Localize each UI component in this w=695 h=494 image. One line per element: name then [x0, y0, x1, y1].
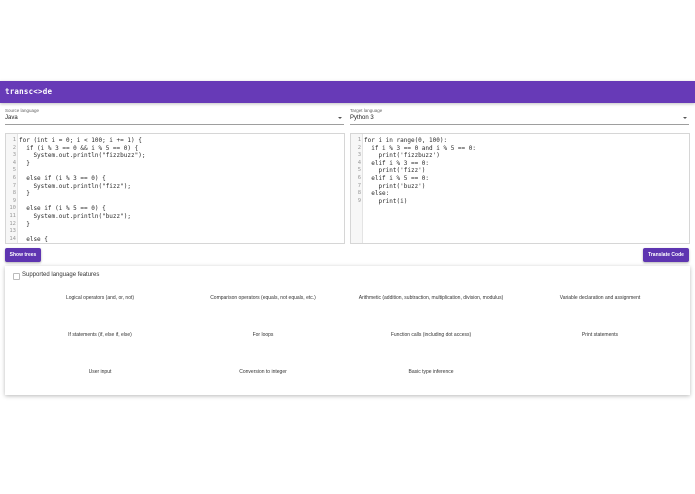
- line-number: 6: [12, 175, 16, 181]
- code-text: print('fizz'): [364, 167, 426, 175]
- code-text: System.out.println("fizzbuzz");: [19, 152, 146, 160]
- code-text: }: [19, 190, 30, 198]
- select-underline: [5, 124, 344, 125]
- line-number: 2: [12, 144, 16, 151]
- line-number: 12: [9, 220, 16, 227]
- line-number: 11: [9, 213, 16, 219]
- app-bar: transc<>de: [0, 81, 695, 103]
- feature-item: Variable declaration and assignment: [559, 295, 641, 301]
- line-number: 5: [357, 167, 361, 174]
- app-title: transc<>de: [5, 87, 53, 96]
- feature-item: Print statements: [581, 332, 619, 338]
- code-text: print('buzz'): [364, 182, 426, 190]
- show-trees-button[interactable]: Show trees: [5, 248, 41, 262]
- line-number: 4: [12, 159, 16, 166]
- line-number: 10: [9, 205, 16, 212]
- line-number: 3: [357, 152, 361, 159]
- code-text: else if (i % 5 == 0) {: [19, 205, 106, 213]
- feature-item: Comparison operators (equals, not equals…: [210, 295, 316, 301]
- target-code-editor[interactable]: 1 for i in range(0, 100): 2 if i % 3 == 0 …: [350, 133, 690, 244]
- chevron-down-icon: [683, 117, 687, 119]
- line-number: 7: [12, 182, 16, 189]
- code-text: print(i): [364, 197, 408, 205]
- line-number: 5: [12, 167, 16, 174]
- chevron-down-icon: [338, 117, 342, 119]
- feature-item: Basic type inference: [408, 369, 454, 375]
- source-code-editor[interactable]: 1 for (int i = 0; i < 100; i += 1) {2 if …: [5, 133, 345, 244]
- line-number: 14: [9, 235, 16, 242]
- code-text: print('fizzbuzz'): [364, 152, 440, 160]
- code-text: elif i % 3 == 0:: [364, 159, 430, 167]
- line-number: 9: [357, 197, 361, 204]
- line-number: 7: [357, 182, 361, 189]
- code-text: elif i % 5 == 0:: [364, 175, 430, 182]
- code-text: else {: [19, 235, 48, 243]
- features-toggle-checkbox[interactable]: [13, 273, 20, 280]
- source-language-value: Java: [5, 115, 18, 121]
- code-text: System.out.println("buzz");: [19, 213, 131, 220]
- code-text: }: [19, 159, 30, 167]
- select-underline: [350, 124, 689, 125]
- line-number: 3: [12, 152, 16, 159]
- line-number: 2: [357, 144, 361, 151]
- target-language-label: Target language: [350, 108, 383, 113]
- features-heading: Supported language features: [22, 272, 100, 278]
- code-text: else if (i % 3 == 0) {: [19, 175, 106, 182]
- feature-item: If statements (if, else if, else): [68, 332, 132, 338]
- features-panel: Supported language features Logical oper…: [5, 266, 690, 395]
- line-number: 4: [357, 159, 361, 166]
- target-language-select[interactable]: Target language Python 3: [350, 108, 689, 127]
- line-number: 8: [12, 190, 16, 197]
- code-text: else:: [364, 190, 390, 198]
- line-number: 8: [357, 190, 361, 197]
- translate-code-button[interactable]: Translate Code: [643, 248, 689, 262]
- feature-item: Function calls (including dot access): [390, 332, 472, 338]
- line-number: 1: [357, 137, 361, 143]
- line-number: 6: [357, 175, 361, 181]
- feature-item: Logical operators (and, or, not): [65, 295, 135, 301]
- feature-item: For loops: [252, 332, 274, 338]
- code-text: for (int i = 0; i < 100; i += 1) {: [19, 137, 142, 144]
- code-text: for i in range(0, 100):: [364, 137, 448, 144]
- feature-item: Conversion to integer: [239, 369, 287, 375]
- source-language-select[interactable]: Source language Java: [5, 108, 344, 127]
- code-text: System.out.println("fizz");: [19, 182, 131, 190]
- line-number: 9: [12, 197, 16, 204]
- feature-item: User input: [88, 369, 112, 375]
- code-text: }: [19, 220, 30, 228]
- source-language-label: Source language: [5, 108, 40, 113]
- feature-item: Arithmetic (addition, subtraction, multi…: [358, 295, 504, 301]
- code-text: if (i % 3 == 0 && i % 5 == 0) {: [19, 144, 139, 152]
- line-number: 1: [12, 137, 16, 143]
- code-text: if i % 3 == 0 and i % 5 == 0:: [364, 144, 476, 152]
- line-number: 13: [9, 228, 16, 235]
- target-language-value: Python 3: [350, 115, 374, 121]
